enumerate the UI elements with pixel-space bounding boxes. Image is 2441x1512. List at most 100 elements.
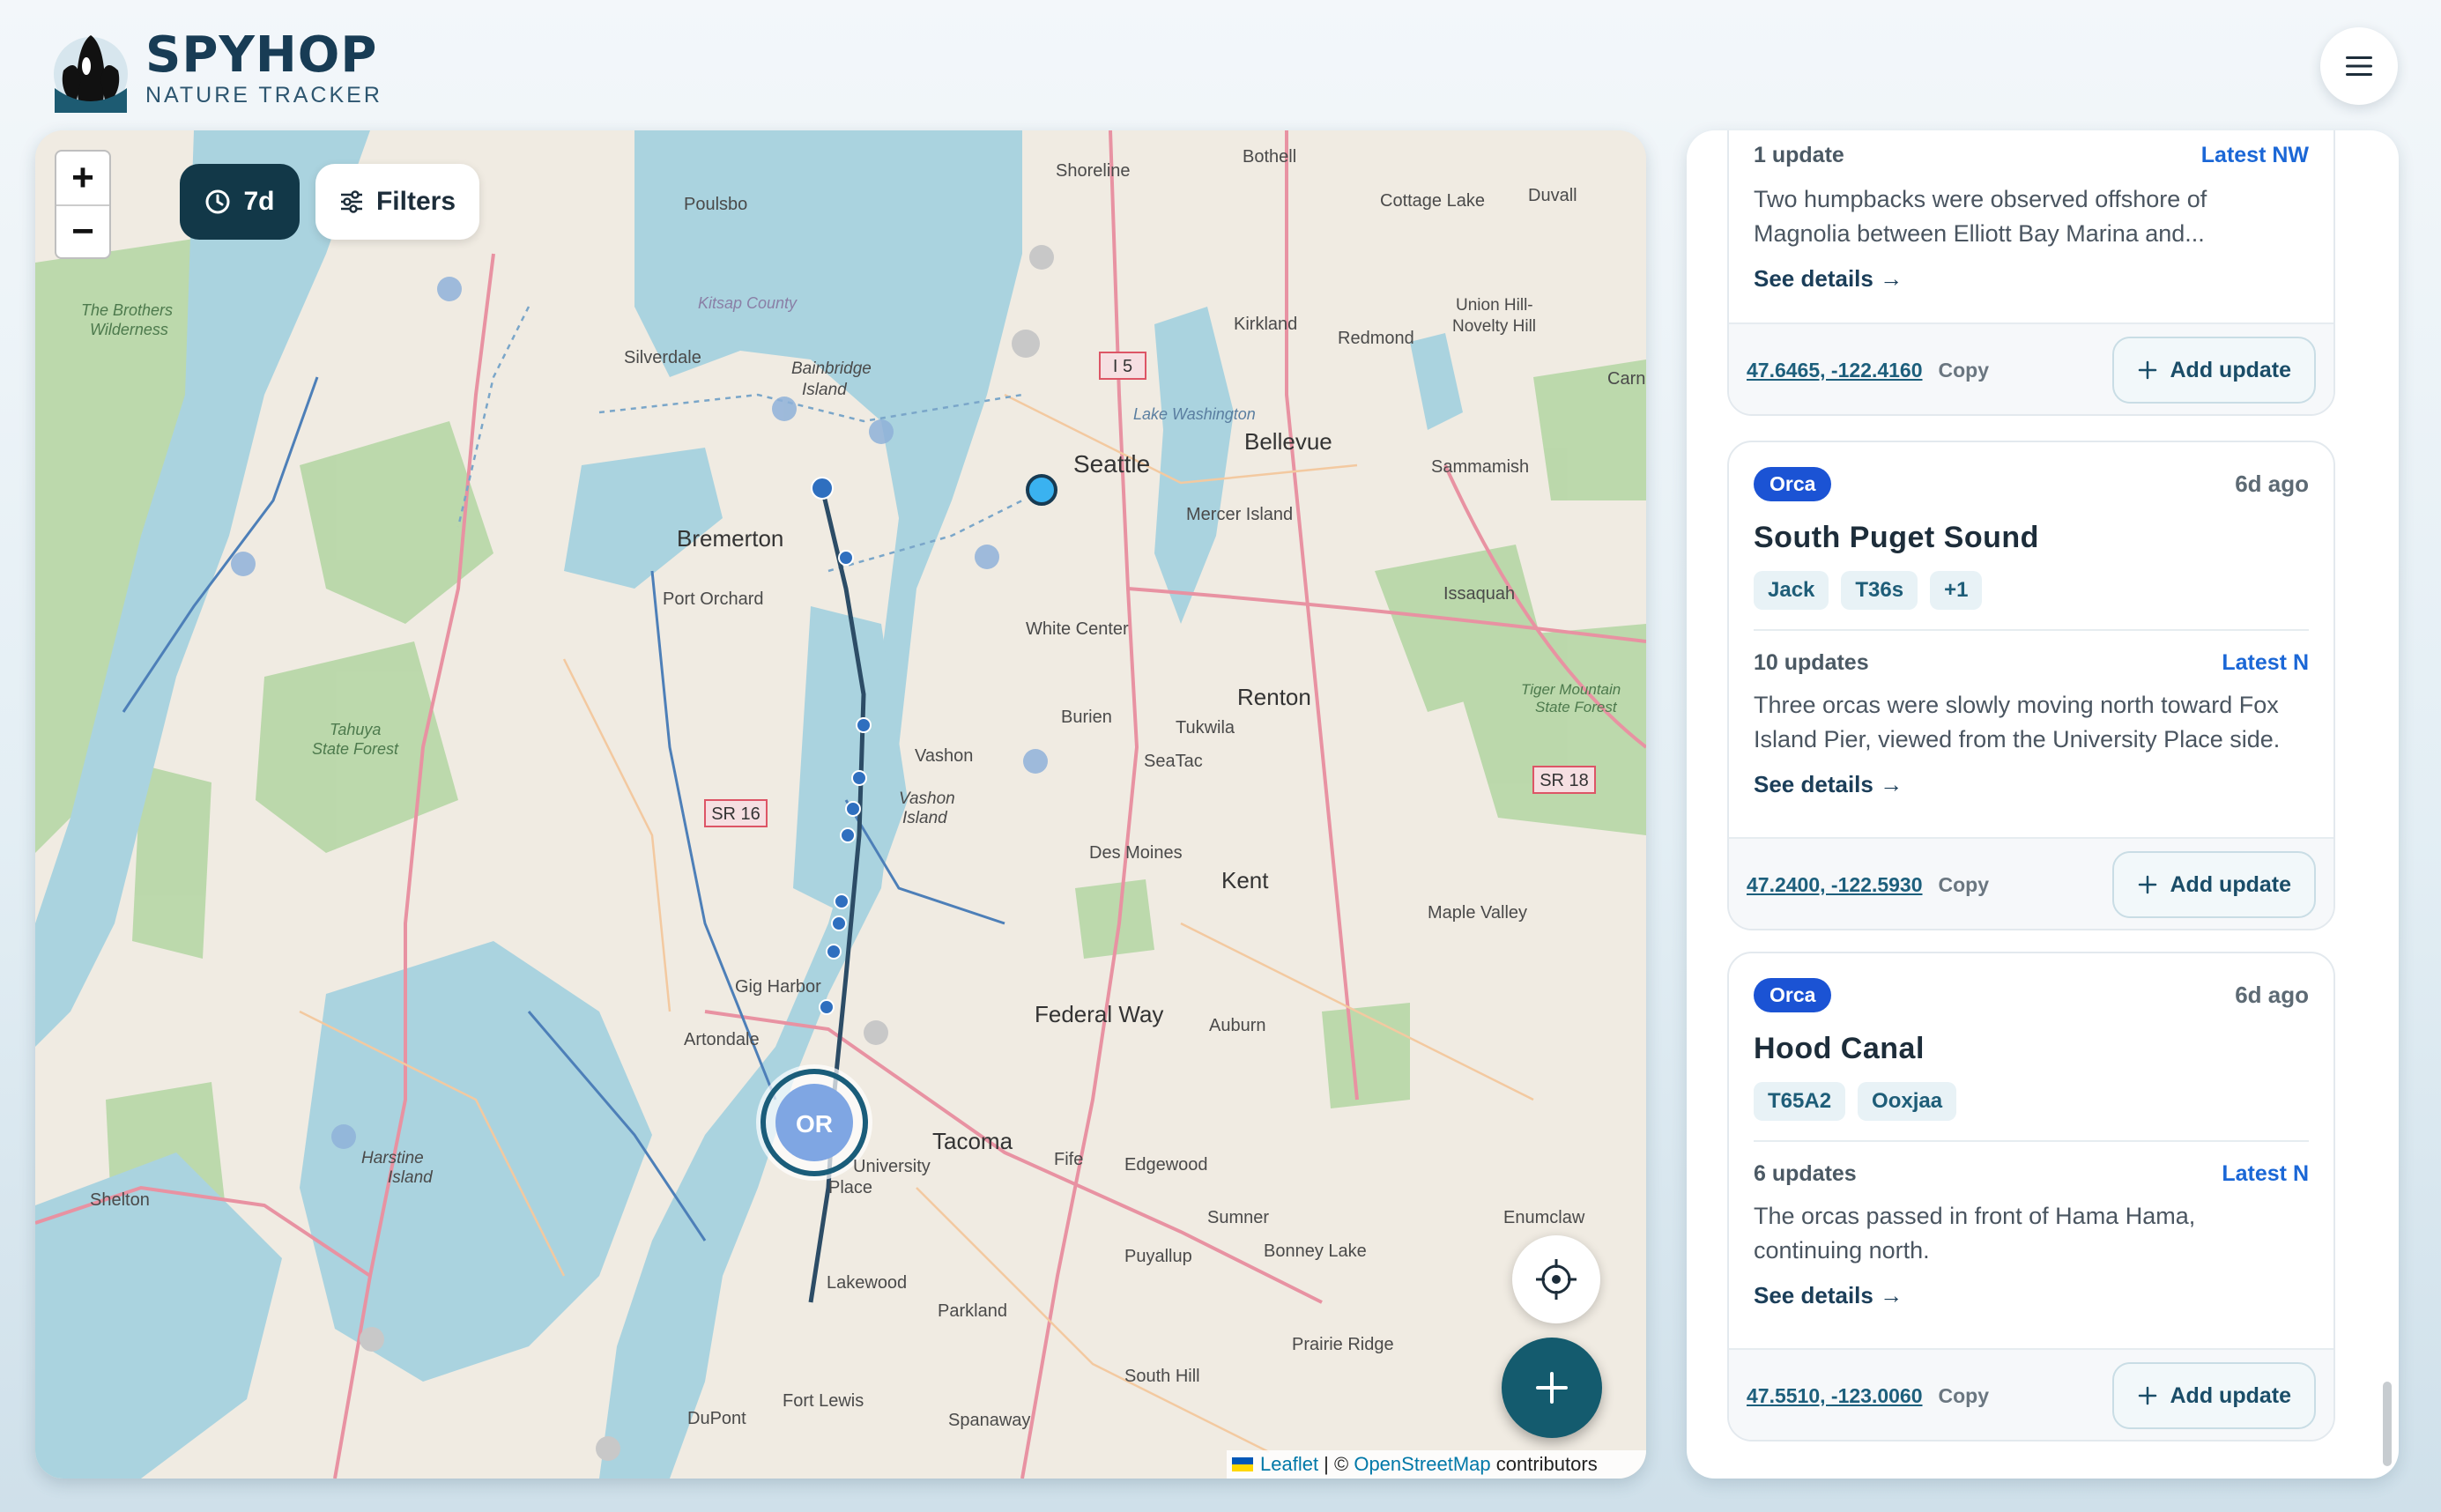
- plus-icon: [2138, 360, 2156, 380]
- svg-text:Issaquah: Issaquah: [1443, 584, 1515, 604]
- svg-text:Lake Washington: Lake Washington: [1133, 405, 1256, 423]
- svg-text:Bellevue: Bellevue: [1244, 428, 1332, 455]
- sighting-card[interactable]: 1 update Latest NW Two humpbacks were ob…: [1727, 130, 2335, 416]
- copy-button[interactable]: Copy: [1939, 359, 1990, 382]
- plus-icon: [1536, 1372, 1568, 1404]
- species-badge: Orca: [1754, 467, 1832, 501]
- filters-button[interactable]: Filters: [315, 164, 479, 240]
- card-footer: 47.5510, -123.0060 Copy Add update: [1729, 1348, 2333, 1440]
- panel-scrollbar[interactable]: [2383, 1382, 2392, 1466]
- svg-text:Enumclaw: Enumclaw: [1503, 1208, 1585, 1227]
- latest-direction: Latest NW: [2200, 143, 2309, 167]
- svg-text:Gig Harbor: Gig Harbor: [735, 977, 821, 997]
- svg-text:Harstine: Harstine: [361, 1149, 424, 1167]
- zoom-in-button[interactable]: +: [56, 152, 109, 204]
- svg-text:Poulsbo: Poulsbo: [684, 195, 747, 214]
- svg-text:Sammamish: Sammamish: [1431, 457, 1529, 477]
- time-ago: 6d ago: [2235, 982, 2309, 1008]
- humpback-marker[interactable]: [1026, 474, 1057, 506]
- brand[interactable]: SPYHOP NATURE TRACKER: [145, 30, 382, 108]
- svg-text:Maple Valley: Maple Valley: [1428, 903, 1527, 923]
- svg-text:South Hill: South Hill: [1124, 1367, 1200, 1386]
- svg-text:Kent: Kent: [1221, 867, 1269, 893]
- coordinates-link[interactable]: 47.2400, -122.5930: [1747, 873, 1923, 897]
- update-count: 10 updates: [1754, 650, 1869, 675]
- svg-text:SR 16: SR 16: [711, 804, 760, 824]
- svg-text:Tukwila: Tukwila: [1176, 718, 1235, 737]
- svg-text:Mercer Island: Mercer Island: [1186, 505, 1293, 524]
- svg-text:Shelton: Shelton: [90, 1190, 150, 1210]
- svg-text:Renton: Renton: [1237, 684, 1311, 710]
- svg-text:State Forest: State Forest: [312, 740, 399, 758]
- map-attribution: Leaflet | © OpenStreetMap contributors: [1227, 1450, 1646, 1479]
- brand-subtitle: NATURE TRACKER: [145, 83, 382, 107]
- latest-direction: Latest N: [2222, 650, 2309, 675]
- svg-text:The Brothers: The Brothers: [81, 301, 173, 319]
- svg-text:Union Hill-: Union Hill-: [1456, 296, 1533, 315]
- sighting-card[interactable]: Orca 6d ago South Puget Sound Jack T36s …: [1727, 441, 2335, 930]
- update-count: 1 update: [1754, 143, 1844, 167]
- svg-text:Lakewood: Lakewood: [827, 1273, 907, 1293]
- svg-text:Burien: Burien: [1061, 708, 1112, 727]
- see-details-link[interactable]: See details →: [1754, 265, 2309, 293]
- svg-text:Duvall: Duvall: [1528, 186, 1577, 205]
- zoom-control: + −: [55, 150, 111, 259]
- copy-button[interactable]: Copy: [1939, 1384, 1990, 1408]
- zoom-out-button[interactable]: −: [56, 204, 109, 257]
- locate-me-button[interactable]: [1512, 1235, 1600, 1323]
- coordinates-link[interactable]: 47.6465, -122.4160: [1747, 359, 1923, 382]
- hamburger-icon: [2346, 56, 2372, 76]
- sightings-panel[interactable]: 1 update Latest NW Two humpbacks were ob…: [1687, 130, 2399, 1479]
- sightings-map[interactable]: OR I 5 SR 16 SR 18 Shoreline Bothell Duv…: [35, 130, 1646, 1479]
- attribution-suffix: contributors: [1490, 1453, 1598, 1475]
- svg-text:Wilderness: Wilderness: [90, 321, 168, 338]
- svg-text:Tacoma: Tacoma: [932, 1128, 1013, 1154]
- svg-text:Cottage Lake: Cottage Lake: [1380, 191, 1485, 211]
- time-range-button[interactable]: 7d: [180, 164, 300, 240]
- svg-text:Kirkland: Kirkland: [1234, 315, 1297, 334]
- individual-tag[interactable]: T36s: [1841, 571, 1918, 610]
- individual-tag[interactable]: T65A2: [1754, 1082, 1846, 1121]
- attribution-separator: | ©: [1318, 1453, 1354, 1475]
- plus-icon: [2138, 1386, 2156, 1405]
- svg-text:Parkland: Parkland: [938, 1301, 1007, 1321]
- species-badge: Orca: [1754, 978, 1832, 1012]
- divider: [1754, 1140, 2309, 1142]
- add-update-button[interactable]: Add update: [2111, 1362, 2316, 1429]
- svg-text:Bonney Lake: Bonney Lake: [1264, 1241, 1367, 1261]
- svg-text:Bainbridge: Bainbridge: [791, 359, 872, 378]
- copy-button[interactable]: Copy: [1939, 873, 1990, 897]
- osm-link[interactable]: OpenStreetMap: [1354, 1453, 1490, 1476]
- svg-text:DuPont: DuPont: [687, 1409, 746, 1428]
- map-tiles[interactable]: OR I 5 SR 16 SR 18 Shoreline Bothell Duv…: [35, 130, 1646, 1479]
- svg-text:Kitsap County: Kitsap County: [698, 294, 798, 312]
- add-update-button[interactable]: Add update: [2111, 337, 2316, 404]
- see-details-link[interactable]: See details →: [1754, 771, 2309, 798]
- individual-tag[interactable]: Ooxjaa: [1858, 1082, 1957, 1121]
- svg-text:Federal Way: Federal Way: [1035, 1001, 1163, 1027]
- menu-button[interactable]: [2320, 27, 2398, 105]
- svg-text:Port Orchard: Port Orchard: [663, 589, 763, 609]
- svg-text:Des Moines: Des Moines: [1089, 843, 1183, 863]
- update-count: 6 updates: [1754, 1161, 1857, 1186]
- individual-tags: T65A2 Ooxjaa: [1754, 1082, 2309, 1121]
- leaflet-link[interactable]: Leaflet: [1260, 1453, 1318, 1476]
- see-details-link[interactable]: See details →: [1754, 1282, 2309, 1309]
- svg-text:Vashon: Vashon: [915, 746, 973, 766]
- sighting-title: South Puget Sound: [1754, 521, 2039, 554]
- svg-text:Fife: Fife: [1054, 1150, 1083, 1169]
- individual-tag[interactable]: Jack: [1754, 571, 1829, 610]
- add-sighting-button[interactable]: [1502, 1338, 1602, 1438]
- add-update-button[interactable]: Add update: [2111, 851, 2316, 918]
- crosshair-icon: [1536, 1259, 1577, 1300]
- more-tags[interactable]: +1: [1930, 571, 1983, 610]
- svg-text:Novelty Hill: Novelty Hill: [1452, 317, 1536, 336]
- time-ago: 6d ago: [2235, 471, 2309, 497]
- svg-text:Island: Island: [902, 809, 948, 827]
- coordinates-link[interactable]: 47.5510, -123.0060: [1747, 1384, 1923, 1408]
- svg-text:Tahuya: Tahuya: [330, 721, 381, 738]
- sighting-card[interactable]: Orca 6d ago Hood Canal T65A2 Ooxjaa 6 up…: [1727, 952, 2335, 1442]
- sighting-title: Hood Canal: [1754, 1032, 1925, 1065]
- add-update-label: Add update: [2170, 1382, 2292, 1408]
- app-header: SPYHOP NATURE TRACKER: [0, 0, 2441, 129]
